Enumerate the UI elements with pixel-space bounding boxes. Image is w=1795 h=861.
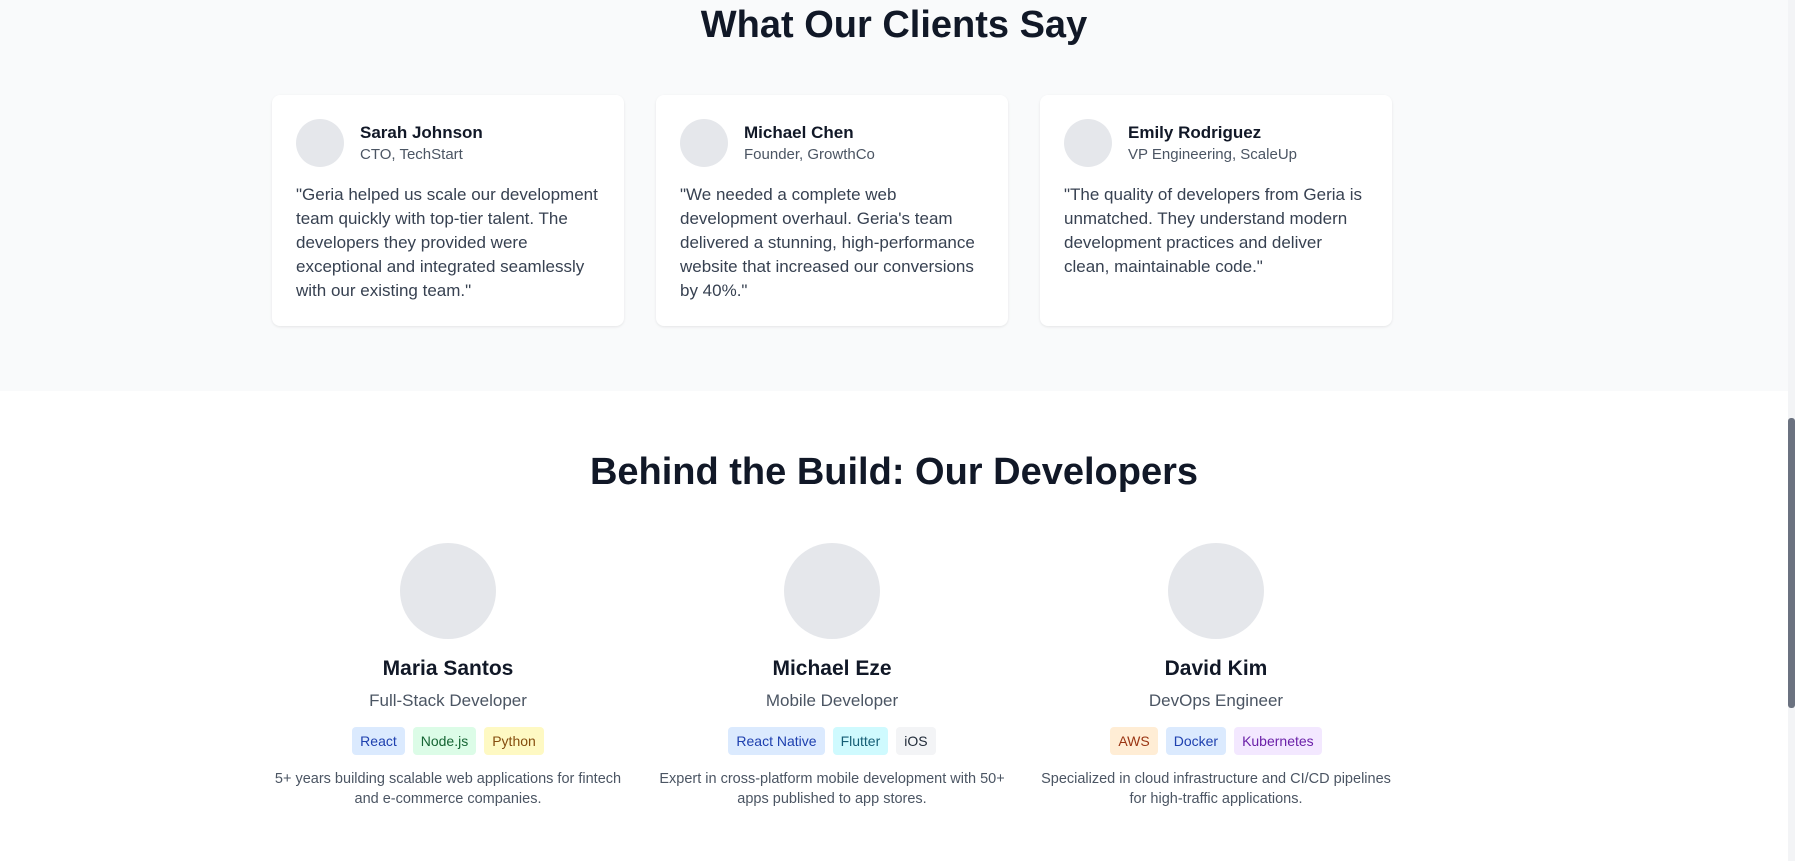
testimonial-card: Emily Rodriguez VP Engineering, ScaleUp …	[1040, 95, 1392, 326]
skill-tag: Flutter	[832, 727, 889, 755]
testimonial-quote: "We needed a complete web development ov…	[680, 185, 975, 300]
developer-bio: Specialized in cloud infrastructure and …	[1041, 771, 1391, 807]
developer-cards: Maria Santos Full-Stack Developer React …	[272, 543, 1392, 809]
developer-role: Full-Stack Developer	[369, 691, 527, 710]
avatar	[296, 119, 344, 167]
client-name: Emily Rodriguez	[1128, 122, 1262, 142]
avatar	[680, 119, 728, 167]
skill-tag: React Native	[728, 727, 825, 755]
testimonial-card: Sarah Johnson CTO, TechStart "Geria help…	[272, 95, 624, 326]
client-name: Sarah Johnson	[360, 122, 483, 142]
client-role: VP Engineering, ScaleUp	[1128, 145, 1297, 163]
avatar	[784, 543, 880, 639]
testimonial-cards: Sarah Johnson CTO, TechStart "Geria help…	[272, 95, 1392, 326]
testimonial-header: Sarah Johnson CTO, TechStart	[296, 119, 600, 167]
testimonial-header: Emily Rodriguez VP Engineering, ScaleUp	[1064, 119, 1368, 167]
testimonial-card: Michael Chen Founder, GrowthCo "We neede…	[656, 95, 1008, 326]
developer-role: Mobile Developer	[765, 691, 899, 710]
avatar	[1064, 119, 1112, 167]
developer-card: David Kim DevOps Engineer AWS Docker Kub…	[1040, 543, 1392, 809]
developer-card: Maria Santos Full-Stack Developer React …	[272, 543, 624, 809]
skill-tags: AWS Docker Kubernetes	[1040, 727, 1392, 755]
skill-tags: React Node.js Python	[272, 727, 624, 755]
testimonial-quote: "Geria helped us scale our development t…	[296, 185, 598, 300]
developers-section: Behind the Build: Our Developers Maria S…	[0, 391, 1788, 861]
scrollbar-thumb[interactable]	[1788, 418, 1795, 708]
developers-title: Behind the Build: Our Developers	[589, 451, 1199, 493]
developer-name: Michael Eze	[772, 657, 892, 680]
skill-tag: React	[352, 727, 405, 755]
testimonials-section: What Our Clients Say Sarah Johnson CTO, …	[0, 0, 1788, 391]
client-role: Founder, GrowthCo	[744, 145, 875, 163]
developer-role: DevOps Engineer	[1148, 691, 1284, 710]
testimonial-header: Michael Chen Founder, GrowthCo	[680, 119, 984, 167]
skill-tag: Node.js	[412, 727, 477, 755]
skill-tag: Kubernetes	[1234, 727, 1322, 755]
client-name: Michael Chen	[744, 122, 854, 142]
page-scrollbar[interactable]	[1788, 0, 1795, 861]
developer-bio: Expert in cross-platform mobile developm…	[659, 771, 1005, 807]
client-role: CTO, TechStart	[360, 145, 463, 163]
avatar	[400, 543, 496, 639]
developer-card: Michael Eze Mobile Developer React Nativ…	[656, 543, 1008, 809]
developer-name: David Kim	[1164, 657, 1268, 680]
skill-tag: Python	[484, 727, 544, 755]
testimonials-title: What Our Clients Say	[700, 4, 1088, 46]
avatar	[1168, 543, 1264, 639]
testimonial-quote: "The quality of developers from Geria is…	[1064, 185, 1362, 276]
skill-tag: AWS	[1110, 727, 1158, 755]
developer-bio: 5+ years building scalable web applicati…	[274, 771, 622, 807]
skill-tags: React Native Flutter iOS	[656, 727, 1008, 755]
skill-tag: Docker	[1165, 727, 1227, 755]
skill-tag: iOS	[896, 727, 936, 755]
developer-name: Maria Santos	[382, 657, 514, 680]
